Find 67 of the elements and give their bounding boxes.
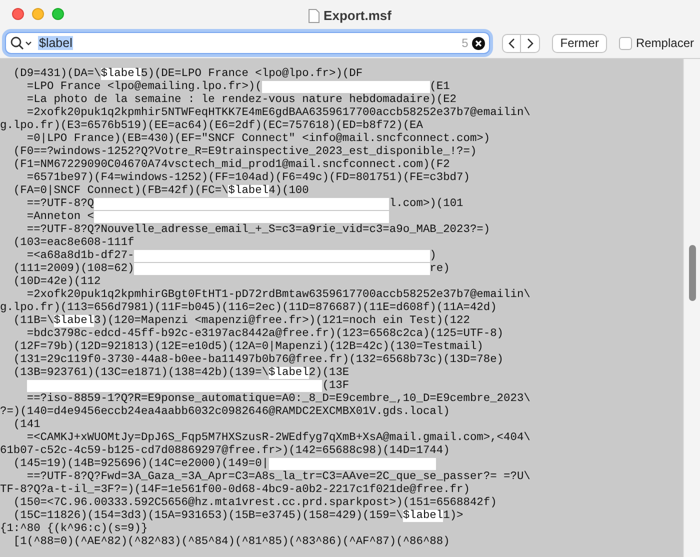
code-text: {1:^80 {(k^96:c)(s=9)}: [0, 523, 148, 535]
chevron-right-icon: [526, 38, 534, 48]
code-text: l.com>)(101: [389, 198, 464, 210]
close-window-button[interactable]: [12, 8, 24, 20]
chevron-left-icon: [508, 38, 516, 48]
code-text: =<CAMKJ+xWUOMtJy=DpJ6S_Fqp5M7HXSzusR-2WEdfyg7qXmB+XsA@mail.gmail.com>,<404\: [26, 432, 530, 444]
code-text: ==?UTF-8?Q: [26, 198, 94, 210]
code-text: (145=19)(14B=925696)(14C=e2000)(149=0|: [12, 458, 269, 470]
code-text: =<a68a8d1b-df27-: [26, 250, 134, 262]
code-text: (141: [12, 419, 40, 431]
code-text: (111=2009)(108=62): [12, 263, 134, 275]
code-text: (131=29c119f0-3730-44a8-b0ee-ba11497b0b76@free.fr)(132=6568b73c)(13D=78e): [12, 354, 504, 366]
search-field[interactable]: $label 5: [5, 32, 490, 54]
document-icon: [308, 8, 320, 23]
code-text: (FA=0|SNCF Connect)(FB=42f)(FC=\: [12, 185, 228, 197]
code-text: ==?UTF-8?Q?Nouvelle_adresse_email_+_S=c3=a9rie_vid=c3=a9o_MAB_2023?=): [26, 224, 490, 236]
code-text: 4)(100: [268, 185, 309, 197]
code-text: =Anneton <: [26, 211, 94, 223]
code-text: 61b07-c52c-4c59-b125-cd7d08869297@free.fr>)(142=65688c98)(14D=1744): [0, 445, 450, 457]
search-match: $label: [268, 367, 309, 379]
code-text: g.lpo.fr)(E3=6576b519)(EE=ac64)(E6=2df)(EC=757618)(ED=b8f72)(EA: [0, 120, 423, 132]
code-text: (150=<7C.96.00333.592C5656@hz.mta1vrest.cc.prd.sparkpost>)(151=6568842f): [12, 497, 497, 509]
replace-checkbox[interactable]: [618, 36, 632, 50]
code-text: (E1: [430, 81, 450, 93]
code-text: ==?UTF-8?Q?Fwd=3A_Gaza_=3A_Apr=C3=A8s_la_tr=C3=AAve=2C_que_se_passer?= =?U\: [26, 471, 530, 483]
code-text: (11B=\: [12, 315, 54, 327]
code-text: re): [430, 263, 450, 275]
code-text: =LPO France <lpo@emailing.lpo.fr>)(: [26, 81, 262, 93]
search-icon: [10, 36, 34, 50]
code-text: (12F=79b)(12D=921813)(12E=e10d5)(12A=0|Mapenzi)(12B=42c)(130=Testmail): [12, 341, 484, 353]
code-text: =6571be97)(F4=windows-1252)(FF=104ad)(F6=49c)(FD=801751)(FE=c3bd7): [26, 172, 470, 184]
code-text: (13B=923761)(13C=e1871)(138=42b)(139=\: [12, 367, 269, 379]
code-text: 5)(DE=LPO France <lpo@lpo.fr>)(DF: [141, 68, 363, 80]
code-text: (F0==?windows-1252?Q?Votre_R=E9trainspective_2023_est_disponible_!?=): [12, 146, 477, 158]
code-text: =0|LPO France)(EB=430)(EF="SNCF Connect" <info@mail.sncfconnect.com>): [26, 133, 490, 145]
replace-label: Remplacer: [636, 35, 694, 52]
code-text: (15C=11826)(154=3d3)(15A=931653)(15B=e3745)(158=429)(159=\: [12, 510, 403, 522]
minimize-window-button[interactable]: [32, 8, 44, 20]
zoom-window-button[interactable]: [52, 8, 64, 20]
code-text: (13F: [322, 380, 350, 392]
code-text: =2xofk20puk1q2kpmhir5NTWFeqHTKK7E4mE6gdBAA6359617700accb58252e37b7@emailin\: [26, 107, 530, 119]
code-text: g.lpo.fr)(113=656d7981)(11F=b045)(116=2ec)(11D=876687)(11E=d608f)(11A=42d): [0, 302, 497, 314]
code-text: (103=eac8e608-111f: [12, 237, 134, 249]
code-text: [1(^88=0)(^AE^82)(^82^83)(^85^84)(^81^85)(^83^86)(^AF^87)(^86^88): [12, 536, 450, 548]
search-match: $label: [54, 315, 94, 327]
scroll-thumb[interactable]: [689, 245, 696, 301]
code-text: ?=)(140=d4e9456eccb24ea4aabb6032c0982646@RAMDC2EXCMBX01V.gds.local): [0, 406, 450, 418]
scrollbar[interactable]: [683, 59, 700, 557]
code-text: =La photo de la semaine : le rendez-vous nature hebdomadaire)(E2: [26, 94, 457, 106]
code-text: ==?iso-8859-1?Q?R=E9ponse_automatique=A0:_8_D=E9cembre_,10_D=E9cembre_2023\: [26, 393, 530, 405]
code-text: =2xofk20puk1q2kpmhirGBgt0FtHT1-pD72rdBmtaw6359617700accb58252e37b7@emailin\: [26, 289, 530, 301]
window-title: Export.msf: [324, 7, 392, 25]
search-match: $label: [402, 510, 444, 522]
code-text: TF-8?Q?a-t-il_=3F?=)(14F=1e561f00-0d68-4bc9-a0b2-2217c1f021de@free.fr): [0, 484, 470, 496]
close-button[interactable]: Fermer: [552, 34, 607, 52]
code-text: 3)(120=Mapenzi <mapenzi@free.fr>)(121=noch ein Test)(122: [94, 315, 470, 327]
clear-icon[interactable]: [472, 36, 486, 50]
code-text: (D9=431)(DA=\: [12, 68, 101, 80]
search-match: $label: [100, 68, 142, 80]
code-text: (F1=NM67229090C04670A74vsctech_mid_prod1@mail.sncfconnect.com)(F2: [12, 159, 450, 171]
code-text: (10D=42e)(112: [12, 276, 101, 288]
search-match: $label: [228, 185, 269, 197]
code-text: 1)>: [443, 510, 464, 522]
code-text: ): [430, 250, 436, 262]
code-text: 2)(13E: [308, 367, 350, 379]
code-text: =bdc3798c-edcd-45ff-b92c-e3197ac8442a@free.fr)(123=6568c2ca)(125=UTF-8): [26, 328, 504, 340]
match-count: 5: [462, 35, 468, 52]
